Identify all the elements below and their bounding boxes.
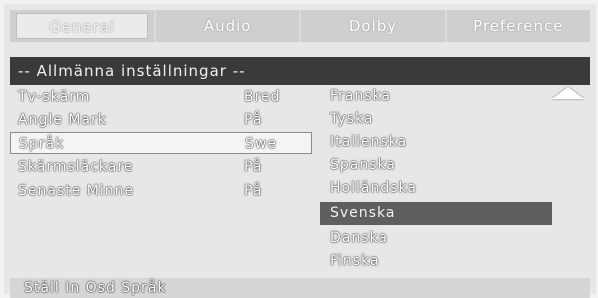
osd-setup-screen: General Audio Dolby Preference -- Allmän… <box>4 4 596 298</box>
setting-label: Tv-skärm <box>18 89 91 105</box>
setting-row-last-memory[interactable]: Senaste Minne På <box>10 180 316 202</box>
setting-row-language[interactable]: Språk Swe <box>10 132 312 154</box>
setting-value: På <box>244 159 263 175</box>
option-italian[interactable]: Italienska <box>320 131 552 154</box>
option-french[interactable]: Franska <box>320 85 552 108</box>
settings-list: Tv-skärm Bred Angle Mark På Språk Swe Sk… <box>10 85 316 275</box>
setting-value: Bred <box>244 89 281 105</box>
setting-value: På <box>244 112 263 128</box>
language-options-list: Franska Tyska Italienska Spanska Holländ… <box>320 85 590 275</box>
setting-value: Swe <box>245 136 277 152</box>
option-finnish[interactable]: Finska <box>320 250 552 273</box>
page-title: -- Allmänna inställningar -- <box>10 57 590 85</box>
tab-audio[interactable]: Audio <box>154 10 299 42</box>
setting-row-angle-mark[interactable]: Angle Mark På <box>10 109 316 131</box>
setting-row-tv-screen[interactable]: Tv-skärm Bred <box>10 86 316 108</box>
setting-label: Angle Mark <box>18 112 107 128</box>
tab-bar: General Audio Dolby Preference <box>10 10 590 42</box>
tab-preference[interactable]: Preference <box>444 10 590 42</box>
setting-label: Skärmsläckare <box>18 159 134 175</box>
setting-value: På <box>244 183 263 199</box>
option-dutch[interactable]: Holländska <box>320 177 552 200</box>
setting-label: Senaste Minne <box>18 183 135 199</box>
help-hint: Ställ In Osd Språk <box>10 278 590 298</box>
setting-label: Språk <box>19 136 65 152</box>
setting-row-screensaver[interactable]: Skärmsläckare På <box>10 156 316 178</box>
option-spanish[interactable]: Spanska <box>320 154 552 177</box>
option-swedish[interactable]: Svenska <box>320 202 552 225</box>
option-danish[interactable]: Danska <box>320 227 552 250</box>
tab-general[interactable]: General <box>16 13 148 39</box>
tab-dolby[interactable]: Dolby <box>299 10 444 42</box>
option-german[interactable]: Tyska <box>320 108 552 131</box>
scroll-up-arrow-icon[interactable] <box>552 87 584 99</box>
